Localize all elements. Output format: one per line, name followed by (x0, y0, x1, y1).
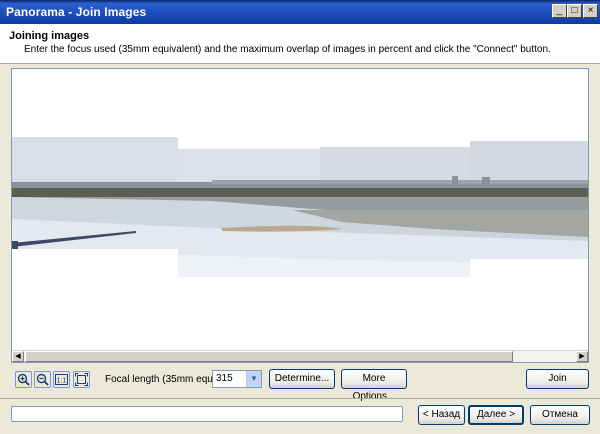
scroll-left-arrow-icon[interactable]: ◀ (12, 351, 24, 362)
focal-length-label: Focal length (35mm equiv.): (105, 374, 229, 385)
maximize-button[interactable]: □ (567, 4, 582, 18)
window-title: Panorama - Join Images (6, 5, 147, 19)
step-description: Enter the focus used (35mm equivalent) a… (24, 44, 551, 55)
panorama-image (12, 137, 588, 349)
close-button[interactable]: × (583, 4, 598, 18)
scrollbar-thumb[interactable] (25, 351, 513, 362)
chevron-down-icon[interactable]: ▼ (246, 371, 261, 387)
preview-toolbar: 1:1 Focal length (35mm equiv.): 315 ▼ De… (11, 369, 589, 402)
actual-size-icon[interactable]: 1:1 (53, 371, 70, 388)
focal-length-value: 315 (216, 373, 233, 384)
next-button[interactable]: Далее > (468, 405, 524, 425)
progress-bar (11, 406, 403, 422)
image-preview[interactable]: ◀ ▶ (11, 68, 589, 363)
actual-size-label: 1:1 (57, 378, 67, 385)
zoom-out-icon[interactable] (34, 371, 51, 388)
divider (0, 398, 600, 399)
scroll-right-arrow-icon[interactable]: ▶ (576, 351, 588, 362)
determine-button[interactable]: Determine... (269, 369, 335, 389)
fit-to-window-icon[interactable] (73, 371, 90, 388)
step-title: Joining images (9, 30, 90, 42)
wizard-header: Joining images Enter the focus used (35m… (0, 24, 600, 64)
horizontal-scrollbar[interactable]: ◀ ▶ (12, 350, 588, 362)
more-options-button[interactable]: More Options... (341, 369, 407, 402)
zoom-in-icon[interactable] (15, 371, 32, 388)
back-button[interactable]: < Назад (418, 405, 465, 425)
focal-length-select[interactable]: 315 ▼ (212, 370, 262, 388)
cancel-button[interactable]: Отмена (530, 405, 590, 425)
title-bar[interactable]: Panorama - Join Images _ □ × (0, 0, 600, 24)
join-button[interactable]: Join (526, 369, 589, 389)
minimize-button[interactable]: _ (552, 4, 567, 18)
